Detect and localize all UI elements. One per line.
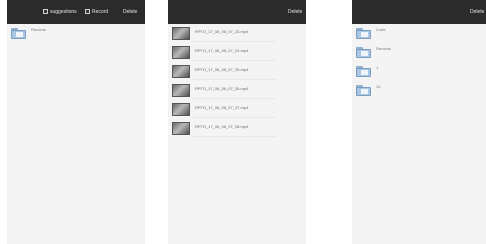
file-name: RPTO_17_06_06_07_27.mp4: [195, 105, 249, 110]
folder-label: Records: [31, 27, 46, 32]
suggestions-checkbox[interactable]: [43, 9, 48, 14]
row-divider: [192, 136, 276, 137]
file-name: RPTO_17_06_06_07_23.mp4: [195, 29, 249, 34]
folder-label: Records: [376, 46, 391, 51]
phone-screen-folders-root: suggestions Record Delete Records: [7, 0, 145, 244]
row-divider: [192, 41, 276, 42]
video-thumbnail-icon: [172, 65, 190, 78]
list-item[interactable]: 10: [352, 81, 486, 100]
row-divider: [192, 60, 276, 61]
folder-icon: [356, 66, 371, 77]
phone-screen-folder-list: Delete Code Records 1 10: [352, 0, 486, 244]
list-item[interactable]: Records: [7, 24, 145, 43]
folder-icon: [356, 28, 371, 39]
file-name: RPTO_17_06_06_07_26.mp4: [195, 86, 249, 91]
list-item[interactable]: RPTO_17_06_06_07_24.mp4: [168, 43, 306, 62]
list-item[interactable]: RPTO_17_06_06_07_23.mp4: [168, 24, 306, 43]
list-item[interactable]: RPTO_17_06_06_07_25.mp4: [168, 62, 306, 81]
phone-screen-file-list: Delete RPTO_17_06_06_07_23.mp4 RPTO_17_0…: [168, 0, 306, 244]
video-thumbnail-icon: [172, 27, 190, 40]
folder-icon: [356, 85, 371, 96]
file-name: RPTO_17_06_06_07_25.mp4: [195, 67, 249, 72]
folder-label: 10: [376, 84, 381, 89]
suggestions-label: suggestions: [50, 9, 77, 15]
video-thumbnail-icon: [172, 122, 190, 135]
folder-label: Code: [376, 27, 386, 32]
folder-icon: [356, 47, 371, 58]
list-item[interactable]: RPTO_17_06_06_07_28.mp4: [168, 119, 306, 138]
list-item[interactable]: RPTO_17_06_06_07_27.mp4: [168, 100, 306, 119]
row-divider: [192, 79, 276, 80]
list-item[interactable]: Records: [352, 43, 486, 62]
folder-label: 1: [376, 65, 379, 70]
delete-button[interactable]: Delete: [123, 7, 137, 17]
video-thumbnail-icon: [172, 103, 190, 116]
list-item[interactable]: Code: [352, 24, 486, 43]
title-bar: Delete: [352, 0, 486, 24]
delete-button[interactable]: Delete: [288, 7, 302, 17]
video-thumbnail-icon: [172, 46, 190, 59]
record-checkbox[interactable]: [85, 9, 90, 14]
title-bar: Delete: [168, 0, 306, 24]
folder-icon: [11, 28, 26, 39]
video-thumbnail-icon: [172, 84, 190, 97]
list-item[interactable]: RPTO_17_06_06_07_26.mp4: [168, 81, 306, 100]
file-name: RPTO_17_06_06_07_28.mp4: [195, 124, 249, 129]
delete-button[interactable]: Delete: [470, 7, 484, 17]
row-divider: [192, 98, 276, 99]
row-divider: [192, 117, 276, 118]
record-label: Record: [92, 9, 109, 15]
title-bar: suggestions Record Delete: [7, 0, 145, 24]
file-name: RPTO_17_06_06_07_24.mp4: [195, 48, 249, 53]
list-item[interactable]: 1: [352, 62, 486, 81]
